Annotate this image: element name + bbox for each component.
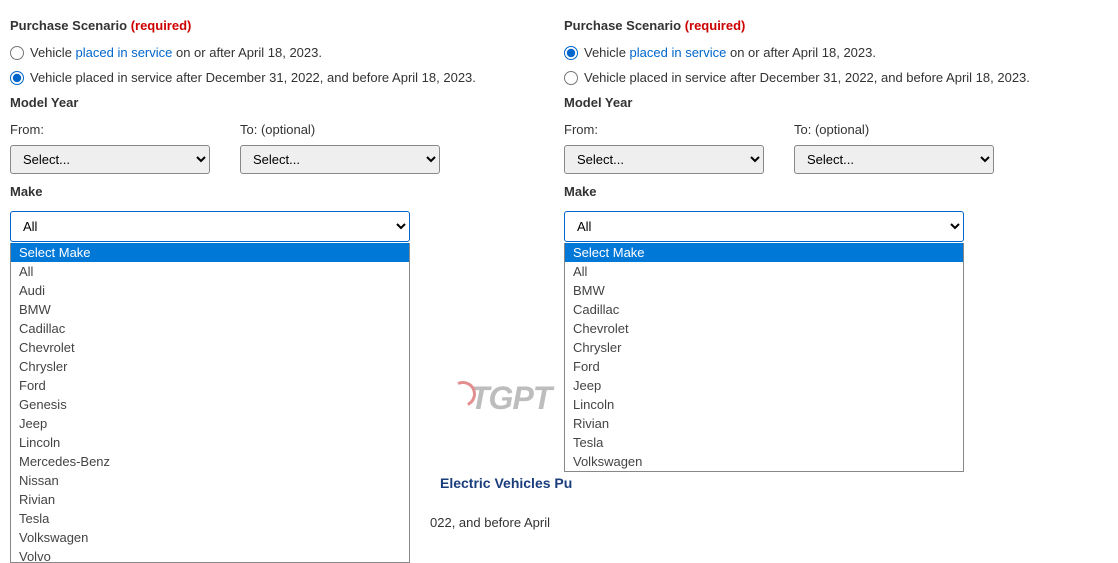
dropdown-option[interactable]: Lincoln [11, 433, 409, 452]
dropdown-option[interactable]: Volvo [11, 547, 409, 563]
right-panel: Purchase Scenario (required) Vehicle pla… [564, 10, 1108, 242]
make-select[interactable]: All [564, 211, 964, 242]
model-year-header: Model Year [564, 95, 1108, 110]
to-label: To: (optional) [240, 122, 440, 137]
to-year-select[interactable]: Select... [240, 145, 440, 174]
dropdown-option[interactable]: BMW [565, 281, 963, 300]
dropdown-option[interactable]: Tesla [565, 433, 963, 452]
dropdown-option[interactable]: Nissan [11, 471, 409, 490]
dropdown-option[interactable]: Tesla [11, 509, 409, 528]
to-year-select[interactable]: Select... [794, 145, 994, 174]
make-dropdown-list-left[interactable]: Select MakeAllAudiBMWCadillacChevroletCh… [10, 243, 410, 563]
make-header: Make [564, 184, 1108, 199]
dropdown-option[interactable]: Select Make [11, 243, 409, 262]
scenario-radio-2[interactable]: Vehicle placed in service after December… [564, 70, 1108, 85]
background-text-2: 022, and before April [430, 515, 550, 530]
dropdown-option[interactable]: Mercedes-Benz [11, 452, 409, 471]
dropdown-option[interactable]: Chevrolet [11, 338, 409, 357]
radio-label-2: Vehicle placed in service after December… [30, 70, 476, 85]
dropdown-option[interactable]: Genesis [11, 395, 409, 414]
to-year-column: To: (optional) Select... [240, 122, 440, 174]
make-select-wrapper: All Select MakeAllAudiBMWCadillacChevrol… [10, 211, 410, 242]
dropdown-option[interactable]: Volkswagen [11, 528, 409, 547]
dropdown-option[interactable]: Volkswagen [565, 452, 963, 471]
radio-input-2[interactable] [10, 71, 24, 85]
dropdown-option[interactable]: Chevrolet [565, 319, 963, 338]
scenario-radio-1[interactable]: Vehicle placed in service on or after Ap… [564, 45, 1108, 60]
scenario-radio-2[interactable]: Vehicle placed in service after December… [10, 70, 554, 85]
dropdown-option[interactable]: Cadillac [565, 300, 963, 319]
dropdown-option[interactable]: Jeep [11, 414, 409, 433]
radio-input-1[interactable] [10, 46, 24, 60]
radio-label-2: Vehicle placed in service after December… [584, 70, 1030, 85]
dropdown-option[interactable]: Rivian [11, 490, 409, 509]
make-select[interactable]: All [10, 211, 410, 242]
from-year-column: From: Select... [564, 122, 764, 174]
dropdown-option[interactable]: Cadillac [11, 319, 409, 338]
purchase-scenario-header: Purchase Scenario (required) [564, 18, 1108, 33]
left-panel: Purchase Scenario (required) Vehicle pla… [10, 10, 554, 242]
model-year-header: Model Year [10, 95, 554, 110]
to-year-column: To: (optional) Select... [794, 122, 994, 174]
purchase-scenario-header: Purchase Scenario (required) [10, 18, 554, 33]
from-year-select[interactable]: Select... [564, 145, 764, 174]
dropdown-option[interactable]: Chrysler [565, 338, 963, 357]
scenario-radio-1[interactable]: Vehicle placed in service on or after Ap… [10, 45, 554, 60]
from-label: From: [10, 122, 210, 137]
dropdown-option[interactable]: Jeep [565, 376, 963, 395]
make-select-wrapper: All Select MakeAllBMWCadillacChevroletCh… [564, 211, 964, 242]
from-label: From: [564, 122, 764, 137]
watermark: TGPT [450, 380, 551, 417]
watermark-arc-icon [446, 377, 479, 410]
radio-label-1: Vehicle placed in service on or after Ap… [30, 45, 322, 60]
make-dropdown-list-right[interactable]: Select MakeAllBMWCadillacChevroletChrysl… [564, 243, 964, 472]
from-year-column: From: Select... [10, 122, 210, 174]
make-header: Make [10, 184, 554, 199]
radio-label-1: Vehicle placed in service on or after Ap… [584, 45, 876, 60]
radio-input-1[interactable] [564, 46, 578, 60]
dropdown-option[interactable]: All [565, 262, 963, 281]
from-year-select[interactable]: Select... [10, 145, 210, 174]
to-label: To: (optional) [794, 122, 994, 137]
dropdown-option[interactable]: Audi [11, 281, 409, 300]
background-text-1: Electric Vehicles Pu [440, 475, 572, 491]
dropdown-option[interactable]: Ford [11, 376, 409, 395]
dropdown-option[interactable]: All [11, 262, 409, 281]
dropdown-option[interactable]: Ford [565, 357, 963, 376]
dropdown-option[interactable]: BMW [11, 300, 409, 319]
dropdown-option[interactable]: Lincoln [565, 395, 963, 414]
dropdown-option[interactable]: Chrysler [11, 357, 409, 376]
dropdown-option[interactable]: Select Make [565, 243, 963, 262]
radio-input-2[interactable] [564, 71, 578, 85]
dropdown-option[interactable]: Rivian [565, 414, 963, 433]
